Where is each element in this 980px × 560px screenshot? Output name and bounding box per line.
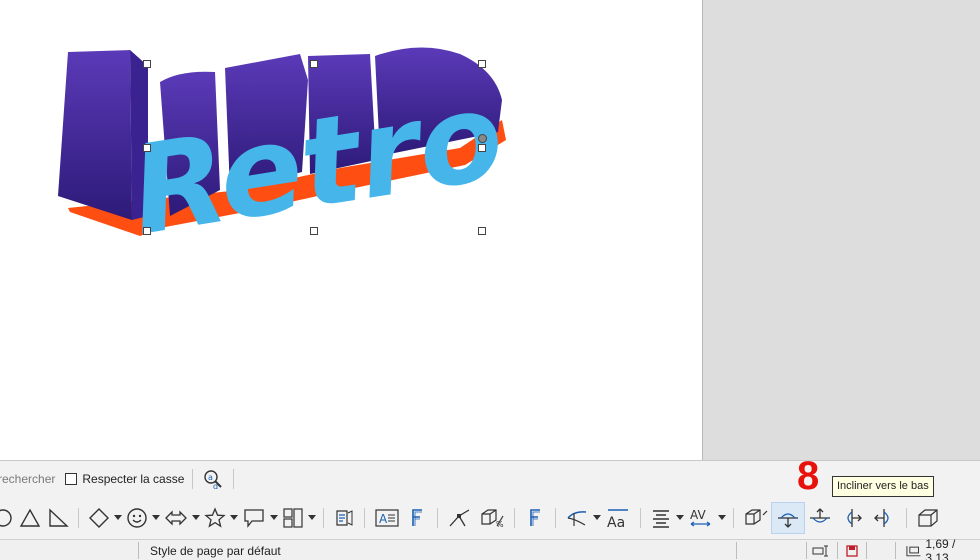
spacing-dropdown[interactable]	[717, 503, 727, 533]
rotation-handle[interactable]	[478, 134, 487, 143]
toolbar-separator	[78, 508, 79, 528]
case-label: Aa	[607, 515, 625, 529]
position-readout: 1,69 / 3,13	[905, 536, 980, 560]
document-canvas[interactable]: Retro	[0, 0, 980, 460]
status-bar: Style de page par défaut 1,69 / 3,13	[0, 536, 980, 560]
svg-text:A: A	[379, 512, 388, 526]
text-box-icon[interactable]: A	[371, 503, 403, 533]
triangle-icon[interactable]	[16, 503, 44, 533]
fontwork-alignment-icon[interactable]	[647, 503, 675, 533]
tooltip: Incliner vers le bas	[832, 476, 934, 497]
svg-text:a: a	[208, 473, 213, 482]
toolbar-separator	[640, 508, 641, 528]
smiley-icon[interactable]	[123, 503, 151, 533]
arrow-dropdown[interactable]	[191, 503, 201, 533]
selection-handle-tr[interactable]	[478, 60, 486, 68]
selection-handle-bl[interactable]	[143, 227, 151, 235]
right-triangle-icon[interactable]	[44, 503, 72, 533]
svg-text:%: %	[496, 520, 504, 529]
svg-text:d: d	[213, 482, 218, 490]
star-icon[interactable]	[201, 503, 229, 533]
toolbar-separator	[192, 469, 194, 489]
smiley-dropdown[interactable]	[151, 503, 161, 533]
toolbar-separator	[364, 508, 365, 528]
status-separator	[806, 542, 807, 559]
depth-icon[interactable]	[913, 503, 943, 533]
toolbar-separator	[555, 508, 556, 528]
double-arrow-icon[interactable]	[161, 503, 191, 533]
alignment-dropdown[interactable]	[675, 503, 685, 533]
spacing-label: AV	[690, 508, 706, 522]
match-case-label: Respecter la casse	[82, 472, 185, 486]
character-spacing-icon[interactable]: AV	[685, 503, 717, 533]
tilt-up-icon[interactable]	[804, 503, 836, 533]
diamond-dropdown[interactable]	[113, 503, 123, 533]
match-case-box[interactable]	[65, 473, 78, 485]
match-case-checkbox[interactable]: Respecter la casse	[65, 472, 184, 486]
page[interactable]: Retro	[0, 0, 703, 460]
tilt-down-icon[interactable]	[771, 502, 805, 534]
tilt-left-icon[interactable]	[836, 503, 868, 533]
fontwork-shape-icon[interactable]	[562, 503, 592, 533]
selection-handle-t[interactable]	[310, 60, 318, 68]
app-window: Retro rechercher Respecter la casse ad A…	[0, 0, 980, 560]
status-separator	[138, 542, 139, 559]
find-input[interactable]: rechercher	[0, 472, 55, 486]
fontwork-gallery-icon[interactable]	[521, 503, 549, 533]
position-icon	[906, 545, 921, 556]
points-icon[interactable]	[444, 503, 476, 533]
ellipse-icon[interactable]	[0, 503, 16, 533]
selection-mode-icon[interactable]	[812, 540, 832, 560]
fontwork-graphic[interactable]: Retro	[40, 40, 520, 263]
toggle-extrusion-icon[interactable]: %	[476, 503, 508, 533]
diamond-icon[interactable]	[85, 503, 113, 533]
fontwork-same-height-icon[interactable]: Aa	[602, 503, 634, 533]
document-modified-icon[interactable]	[845, 540, 859, 560]
toolbar-separator	[733, 508, 734, 528]
step-number-badge: 8	[797, 454, 820, 498]
selection-handle-b[interactable]	[310, 227, 318, 235]
find-replace-icon[interactable]: ad	[199, 464, 227, 494]
extrusion-toggle-icon[interactable]	[740, 503, 772, 533]
fontwork-object[interactable]: Retro	[40, 40, 520, 263]
selection-handle-r[interactable]	[478, 144, 486, 152]
status-separator	[736, 542, 737, 559]
insert-text-icon[interactable]	[330, 503, 358, 533]
fontwork-icon[interactable]	[403, 503, 431, 533]
selection-handle-tl[interactable]	[143, 60, 151, 68]
drawing-toolbar: A % Aa AV	[0, 497, 980, 539]
selection-handle-br[interactable]	[478, 227, 486, 235]
star-dropdown[interactable]	[229, 503, 239, 533]
callout-dropdown[interactable]	[269, 503, 279, 533]
fontwork-shape-dropdown[interactable]	[592, 503, 602, 533]
toolbar-separator	[906, 508, 907, 528]
toolbar-separator	[323, 508, 324, 528]
toolbar-separator	[437, 508, 438, 528]
status-separator	[866, 542, 867, 559]
status-separator	[895, 542, 896, 559]
status-separator	[837, 542, 838, 559]
toolbar-separator	[233, 469, 235, 489]
toolbar-separator	[514, 508, 515, 528]
flowchart-icon[interactable]	[279, 503, 307, 533]
flowchart-dropdown[interactable]	[307, 503, 317, 533]
callout-icon[interactable]	[239, 503, 269, 533]
tilt-right-icon[interactable]	[868, 503, 900, 533]
position-value: 1,69 / 3,13	[925, 536, 956, 560]
selection-handle-l[interactable]	[143, 144, 151, 152]
page-style-status[interactable]: Style de page par défaut	[150, 540, 281, 560]
